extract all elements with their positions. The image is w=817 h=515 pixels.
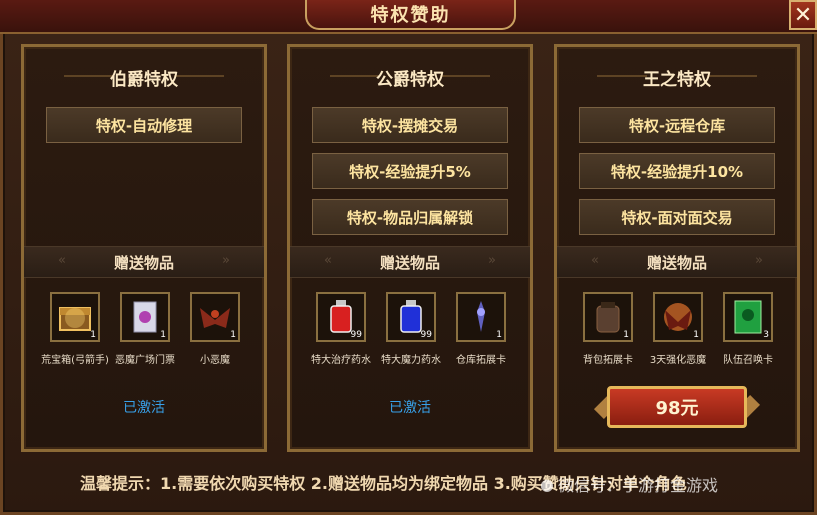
storage-card-icon: [477, 301, 485, 332]
window-title: 特权赞助: [370, 5, 451, 26]
item-name: 仓库拓展卡: [456, 355, 506, 366]
treasure-chest-icon: [59, 307, 91, 331]
close-icon: ✕: [793, 2, 813, 28]
item-name: 特大治疗药水: [311, 355, 371, 366]
double-chevron-right-icon: »: [488, 253, 496, 268]
double-chevron-right-icon: »: [755, 253, 763, 268]
item-count: 99: [350, 330, 362, 340]
item-count: 1: [693, 330, 699, 340]
panel-title: 公爵特权: [376, 70, 444, 90]
ticket-icon: [133, 301, 157, 333]
fire-demon-icon: [664, 303, 692, 331]
watermark-text: 微信号：手游打金游戏: [557, 476, 718, 495]
activated-status: 已激活: [123, 400, 165, 416]
activated-status: 已激活: [389, 400, 431, 416]
gift-label: 赠送物品: [646, 253, 707, 272]
gift-item-slot[interactable]: 1: [653, 292, 703, 342]
item-name: 小恶魔: [200, 355, 230, 366]
privilege-item: 特权-经验提升5%: [312, 153, 508, 189]
item-count: 1: [230, 330, 236, 340]
item-name: 背包拓展卡: [583, 355, 633, 366]
gift-item-slot[interactable]: 1: [456, 292, 506, 342]
privilege-item: 特权-摆摊交易: [312, 107, 508, 143]
privilege-item: 特权-面对面交易: [579, 199, 775, 235]
buy-button[interactable]: 98元: [607, 386, 747, 428]
wechat-icon: ●: [540, 474, 554, 494]
panel-title: 王之特权: [643, 70, 711, 90]
panel-king: 王之特权 特权-远程仓库 特权-经验提升10% 特权-面对面交易 « 赠送物品 …: [554, 44, 800, 452]
item-name: 特大魔力药水: [381, 355, 441, 366]
item-count: 3: [763, 330, 769, 340]
gift-label: 赠送物品: [113, 253, 174, 272]
item-name: 3天强化恶魔: [649, 355, 707, 366]
double-chevron-right-icon: »: [222, 253, 230, 268]
summon-card-icon: [734, 300, 762, 334]
gift-label: 赠送物品: [379, 253, 440, 272]
item-name: 恶魔广场门票: [115, 355, 175, 366]
gift-header: « 赠送物品 »: [290, 246, 530, 278]
item-name: 队伍召唤卡: [723, 355, 773, 366]
watermark: ● 微信号：手游打金游戏: [540, 472, 718, 496]
double-chevron-left-icon: «: [324, 253, 332, 268]
item-count: 1: [160, 330, 166, 340]
gift-item-slot[interactable]: 99: [386, 292, 436, 342]
title-plate: 特权赞助: [305, 0, 516, 30]
gift-header: « 赠送物品 »: [557, 246, 797, 278]
privilege-item: 特权-物品归属解锁: [312, 199, 508, 235]
close-button[interactable]: ✕: [789, 0, 817, 30]
gift-item-slot[interactable]: 1: [190, 292, 240, 342]
panel-duke: 公爵特权 特权-摆摊交易 特权-经验提升5% 特权-物品归属解锁 « 赠送物品 …: [287, 44, 533, 452]
demon-icon: [200, 308, 230, 328]
panel-title: 伯爵特权: [110, 70, 178, 90]
panel-earl: 伯爵特权 特权-自动修理 « 赠送物品 » 1 1 1 荒宝箱(弓箭手) 恶魔广…: [21, 44, 267, 452]
item-count: 1: [623, 330, 629, 340]
item-count: 99: [420, 330, 432, 340]
item-count: 1: [90, 330, 96, 340]
privilege-item: 特权-远程仓库: [579, 107, 775, 143]
item-name: 荒宝箱(弓箭手): [41, 355, 109, 366]
item-count: 1: [496, 330, 502, 340]
gift-item-slot[interactable]: 3: [723, 292, 773, 342]
gift-header: « 赠送物品 »: [24, 246, 264, 278]
privilege-item: 特权-经验提升10%: [579, 153, 775, 189]
privilege-item: 特权-自动修理: [46, 107, 242, 143]
double-chevron-left-icon: «: [591, 253, 599, 268]
double-chevron-left-icon: «: [58, 253, 66, 268]
gift-item-slot[interactable]: 99: [316, 292, 366, 342]
gift-item-slot[interactable]: 1: [50, 292, 100, 342]
gift-item-slot[interactable]: 1: [120, 292, 170, 342]
gift-item-slot[interactable]: 1: [583, 292, 633, 342]
backpack-icon: [596, 302, 620, 333]
